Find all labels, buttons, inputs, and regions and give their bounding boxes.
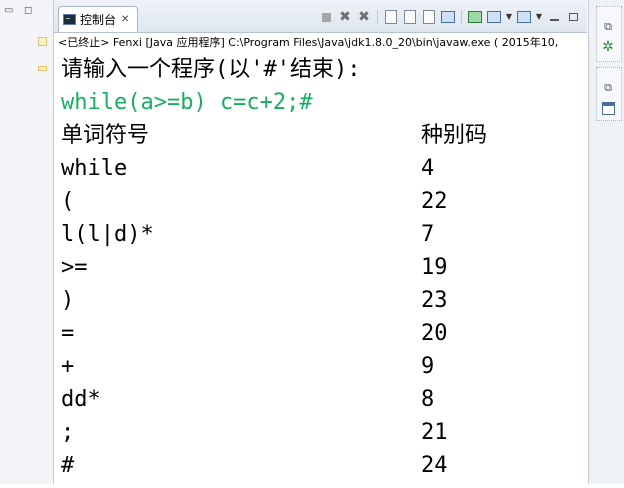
row-code: 19 bbox=[421, 255, 448, 280]
table-row: ) 23 bbox=[61, 285, 576, 318]
console-output[interactable]: 请输入一个程序(以'#'结束): while(a>=b) c=c+2;# 单词符… bbox=[61, 54, 576, 484]
table-row: # 24 bbox=[61, 450, 576, 483]
user-input-line: while(a>=b) c=c+2;# bbox=[61, 90, 313, 115]
row-word: ) bbox=[61, 288, 75, 313]
maximize-icon[interactable] bbox=[565, 9, 581, 25]
pin-console-icon[interactable] bbox=[440, 9, 456, 25]
prompt-line: 请输入一个程序(以'#'结束): bbox=[61, 57, 361, 82]
minimize-icon[interactable]: ▭ bbox=[4, 6, 18, 16]
panel-icon[interactable] bbox=[600, 100, 616, 116]
minimize-icon[interactable] bbox=[546, 9, 562, 25]
marker-icon bbox=[38, 66, 47, 71]
row-word: dd* bbox=[61, 387, 101, 412]
row-word: >= bbox=[61, 255, 88, 280]
table-row: >= 19 bbox=[61, 252, 576, 285]
clear-console-icon[interactable] bbox=[383, 9, 399, 25]
row-code: 21 bbox=[421, 420, 448, 445]
trim-stack-outline: ⧉ bbox=[596, 67, 622, 121]
chevron-down-icon[interactable]: ▼ bbox=[505, 9, 513, 25]
row-word: = bbox=[61, 321, 75, 346]
header-code: 种别码 bbox=[421, 123, 488, 148]
chevron-down-icon[interactable]: ▼ bbox=[535, 9, 543, 25]
trim-stack-debug: ⧉ ✲ bbox=[596, 6, 622, 62]
process-status-line: <已终止> Fenxi [Java 应用程序] C:\Program Files… bbox=[58, 36, 559, 49]
stop-icon[interactable] bbox=[318, 9, 334, 25]
table-row: ( 22 bbox=[61, 186, 576, 219]
console-icon bbox=[63, 14, 76, 25]
table-row: dd* 8 bbox=[61, 384, 576, 417]
row-word: ( bbox=[61, 189, 75, 214]
right-trim-bar: ⧉ ✲ ⧉ bbox=[588, 0, 624, 484]
row-code: 20 bbox=[421, 321, 448, 346]
row-code: 7 bbox=[421, 222, 435, 247]
table-header: 单词符号 种别码 bbox=[61, 120, 576, 153]
remove-launch-icon[interactable]: ✖ bbox=[337, 9, 353, 25]
table-row: while 4 bbox=[61, 153, 576, 186]
new-console-icon[interactable] bbox=[516, 9, 532, 25]
row-word: ; bbox=[61, 420, 75, 445]
row-word: # bbox=[61, 453, 75, 478]
word-wrap-icon[interactable] bbox=[421, 9, 437, 25]
tab-label: 控制台 bbox=[80, 13, 117, 27]
row-code: 9 bbox=[421, 354, 435, 379]
toolbar-separator bbox=[461, 10, 462, 24]
left-trim-bar: ▭ ◻ bbox=[0, 0, 54, 484]
maximize-icon[interactable]: ◻ bbox=[24, 6, 38, 16]
table-row: l(l|d)* 7 bbox=[61, 219, 576, 252]
open-console-icon[interactable] bbox=[486, 9, 502, 25]
table-row: = 20 bbox=[61, 318, 576, 351]
row-word: + bbox=[61, 354, 75, 379]
header-word: 单词符号 bbox=[61, 123, 150, 148]
table-row: ; 21 bbox=[61, 417, 576, 450]
toolbar-separator bbox=[377, 10, 378, 24]
row-code: 23 bbox=[421, 288, 448, 313]
console-view: 控制台 ✕ ✖ ✖ ▼ ▼ <已终止> Fenxi [Java 应用程序] C:… bbox=[54, 0, 587, 484]
table-row: + 9 bbox=[61, 351, 576, 384]
console-toolbar: ✖ ✖ ▼ ▼ bbox=[318, 8, 581, 26]
row-code: 4 bbox=[421, 156, 435, 181]
row-word: l(l|d)* bbox=[61, 222, 154, 247]
row-code: 8 bbox=[421, 387, 435, 412]
remove-all-icon[interactable]: ✖ bbox=[356, 9, 372, 25]
restore-icon[interactable]: ⧉ bbox=[600, 80, 616, 96]
display-selected-console-icon[interactable] bbox=[467, 9, 483, 25]
row-word: while bbox=[61, 156, 128, 181]
row-code: 24 bbox=[421, 453, 448, 478]
marker-icon bbox=[38, 37, 47, 46]
tab-console[interactable]: 控制台 ✕ bbox=[58, 6, 138, 32]
view-tab-bar: 控制台 ✕ ✖ ✖ ▼ ▼ bbox=[54, 0, 587, 33]
debug-gear-icon[interactable]: ✲ bbox=[600, 39, 616, 55]
row-code: 22 bbox=[421, 189, 448, 214]
restore-icon[interactable]: ⧉ bbox=[600, 19, 616, 35]
close-icon[interactable]: ✕ bbox=[121, 14, 129, 25]
scroll-lock-icon[interactable] bbox=[402, 9, 418, 25]
